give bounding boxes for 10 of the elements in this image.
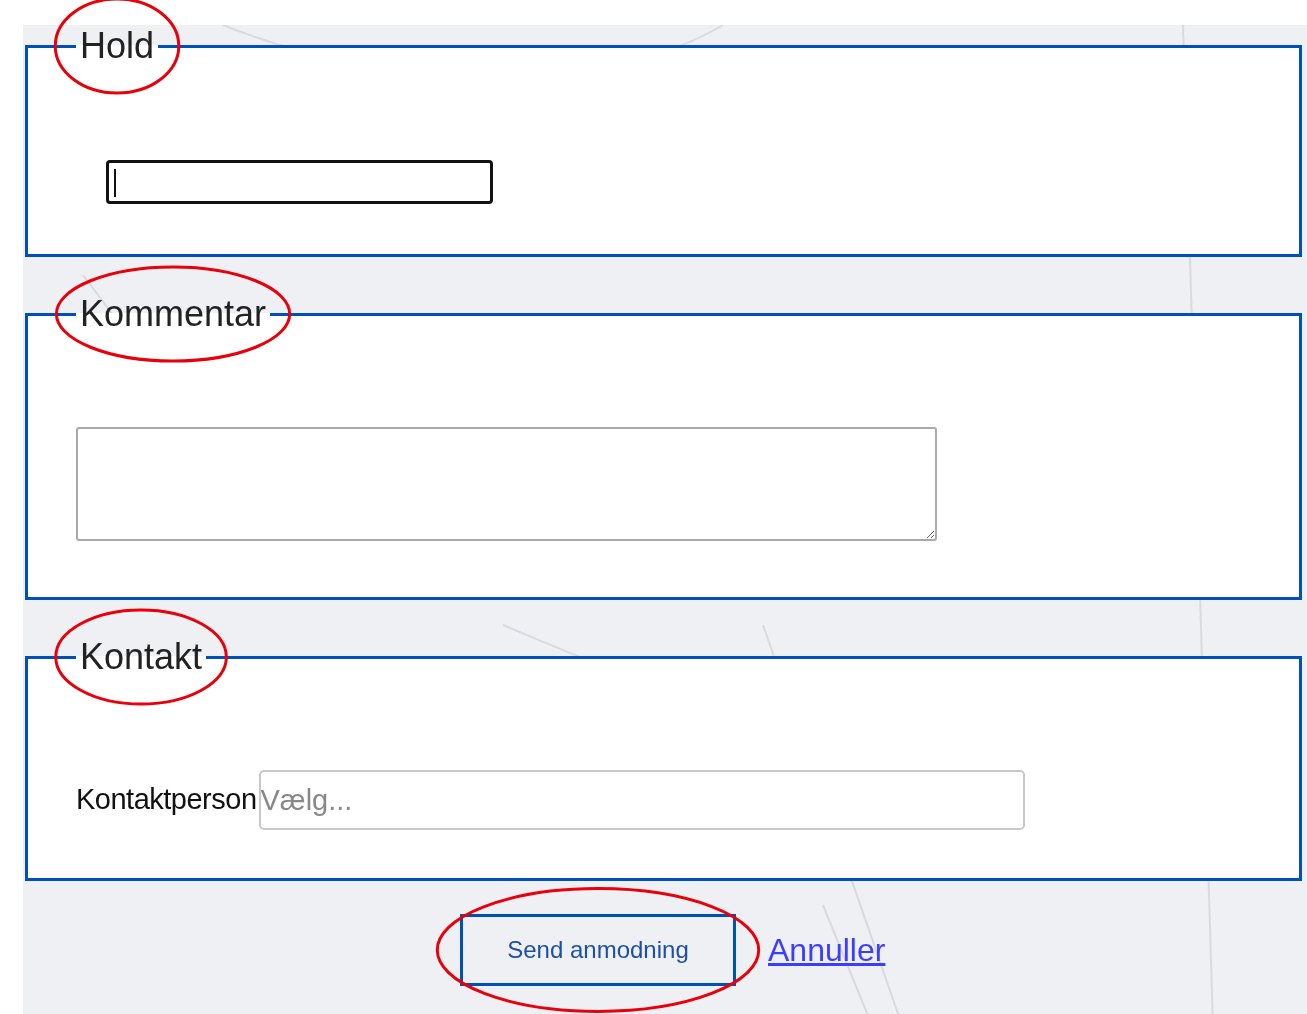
section-title: Hold [80, 25, 155, 66]
send-button[interactable]: Send anmodning [460, 914, 736, 986]
section-title: Kommentar [80, 293, 267, 334]
cancel-link[interactable]: Annuller [768, 926, 886, 974]
text-field[interactable] [106, 160, 493, 204]
contact-select[interactable]: Vælg... [258, 770, 1025, 830]
field-label: Kontaktperson [76, 782, 257, 818]
text-cursor [114, 169, 116, 197]
section-title: Kontakt [80, 636, 203, 677]
comment-field[interactable] [76, 427, 937, 541]
